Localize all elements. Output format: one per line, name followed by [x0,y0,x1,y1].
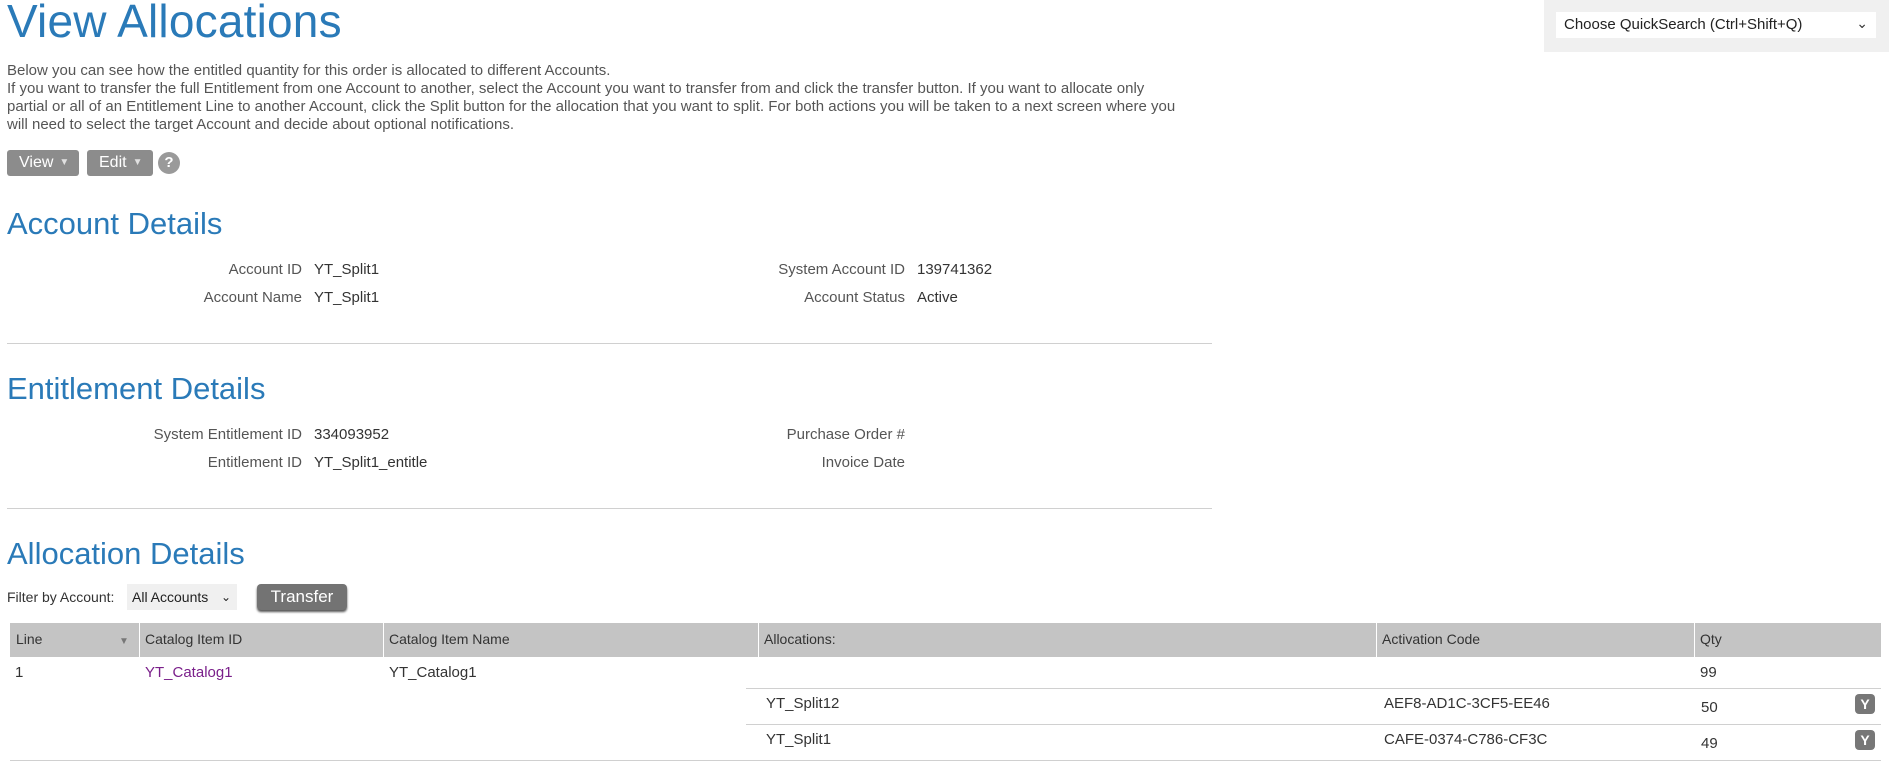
caret-down-icon: ▼ [132,157,143,168]
purchase-order-label: Purchase Order # [786,426,905,443]
account-id-value: YT_Split1 [314,261,380,278]
column-separator [1376,623,1377,657]
line-qty: 99 [1700,664,1717,681]
account-details-title: Account Details [7,206,223,241]
system-account-id-link[interactable]: 139741362 [917,261,992,278]
system-entitlement-id-label: System Entitlement ID [153,426,302,443]
row-divider [746,688,1881,689]
allocation-qty: 50 [1701,699,1718,716]
sort-icon[interactable]: ▼ [119,636,129,647]
intro-line-2: If you want to transfer the full Entitle… [7,80,1176,133]
entitlement-id-label: Entitlement ID [207,454,302,471]
column-separator [1694,623,1695,657]
view-menu-button[interactable]: View ▼ [7,150,79,176]
divider [7,508,1212,509]
invoice-date-label: Invoice Date [821,454,905,471]
account-name-label: Account Name [203,289,302,306]
transfer-button[interactable]: Transfer [257,584,347,610]
row-divider [746,724,1881,725]
filter-by-account-select[interactable]: All Accounts ⌄ [127,584,237,610]
account-id-label: Account ID [228,261,302,278]
quicksearch-select[interactable]: Choose QuickSearch (Ctrl+Shift+Q) ⌄ [1556,12,1876,38]
column-header-activation-code[interactable]: Activation Code [1376,623,1694,657]
system-entitlement-id-link[interactable]: 334093952 [314,426,389,443]
intro-line-1: Below you can see how the entitled quant… [7,62,611,79]
catalog-item-id-link[interactable]: YT_Catalog1 [145,664,233,681]
page-title: View Allocations [7,0,342,47]
entitlement-id-value: YT_Split1_entitle [314,454,428,471]
entitlement-details-title: Entitlement Details [7,371,266,406]
activation-code-link[interactable]: AEF8-AD1C-3CF5-EE46 [1384,695,1550,712]
column-separator [139,623,140,657]
column-header-catalog-item-id[interactable]: Catalog Item ID [139,623,383,657]
view-menu-label: View [19,154,54,171]
column-header-qty[interactable]: Qty [1694,623,1881,657]
line-number: 1 [15,664,24,681]
account-name-value: YT_Split1 [314,289,380,306]
allocation-qty: 49 [1701,735,1718,752]
catalog-item-name: YT_Catalog1 [389,664,477,681]
help-icon[interactable]: ? [158,152,180,174]
intro-text: Below you can see how the entitled quant… [7,62,1177,134]
activation-code-link[interactable]: CAFE-0374-C786-CF3C [1384,731,1547,748]
account-status-label: Account Status [804,289,905,306]
allocation-account-link[interactable]: YT_Split12 [766,695,839,712]
quicksearch-panel: Choose QuickSearch (Ctrl+Shift+Q) ⌄ [1544,0,1889,52]
filter-select-value: All Accounts [132,589,209,605]
allocation-account-link[interactable]: YT_Split1 [766,731,831,748]
account-status-value: Active [917,289,958,306]
column-header-catalog-item-name[interactable]: Catalog Item Name [383,623,758,657]
column-separator [383,623,384,657]
edit-menu-label: Edit [99,154,127,171]
caret-down-icon: ▼ [59,157,70,168]
allocation-details-title: Allocation Details [7,536,245,571]
divider [7,343,1212,344]
chevron-down-icon: ⌄ [220,590,231,604]
chevron-down-icon: ⌄ [1856,15,1868,31]
split-icon[interactable]: Y [1855,694,1875,714]
row-divider [10,760,1881,761]
system-account-id-label: System Account ID [778,261,905,278]
edit-menu-button[interactable]: Edit ▼ [87,150,153,176]
column-separator [758,623,759,657]
quicksearch-label: Choose QuickSearch (Ctrl+Shift+Q) [1564,16,1803,33]
split-icon[interactable]: Y [1855,730,1875,750]
filter-by-account-label: Filter by Account: [7,589,115,605]
column-header-allocations[interactable]: Allocations: [758,623,1376,657]
